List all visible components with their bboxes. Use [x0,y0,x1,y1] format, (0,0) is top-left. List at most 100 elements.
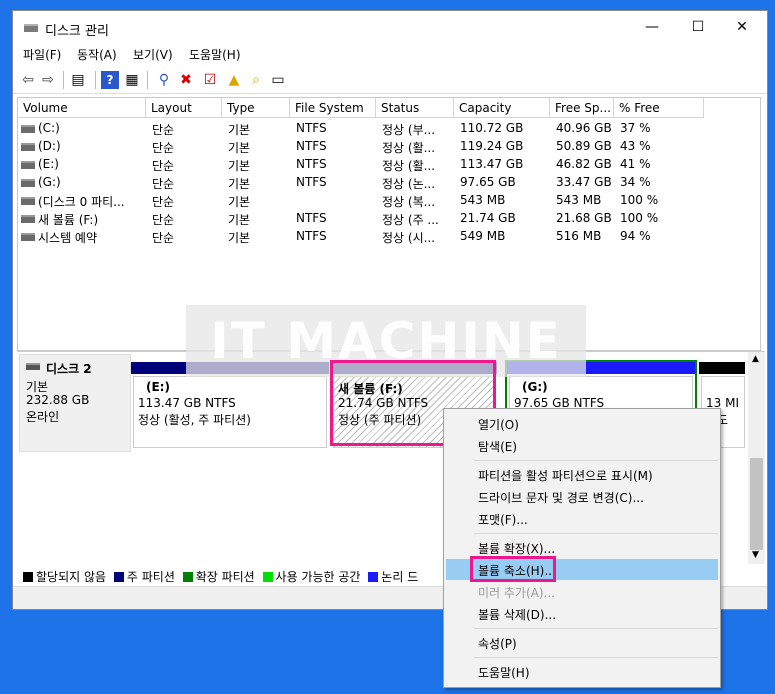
cell-status: 정상 (복... [382,195,436,209]
volume-icon [21,197,35,205]
table-row[interactable]: (E:) 단순 기본 NTFS 정상 (활... 113.47 GB 46.82 GB 41 … [18,156,760,174]
menu-help[interactable]: 도움말(H) [189,46,241,63]
cell-status: 정상 (시... [382,231,436,245]
col-free[interactable]: Free Sp... [550,98,614,118]
cell-free: 543 MB [556,193,602,207]
search-icon[interactable]: ⌕ [247,71,265,89]
volume-icon [21,161,35,169]
table-row[interactable]: (디스크 0 파티... 단순 기본 정상 (복... 543 MB 543 MB 100 … [18,192,760,210]
partition-size: 113.47 GB NTFS [138,396,236,410]
ctx-properties[interactable]: 속성(P) [478,635,517,652]
cell-status: 정상 (논... [382,177,436,191]
volume-icon [21,179,35,187]
delete-icon[interactable]: ✖ [177,71,195,89]
cell-layout: 단순 [152,159,175,173]
shrink-volume-highlight [470,556,556,582]
table-row[interactable]: (C:) 단순 기본 NTFS 정상 (부... 110.72 GB 40.96 GB 37 … [18,120,760,138]
table-row[interactable]: 새 볼륨 (F:) 단순 기본 NTFS 정상 (주 ... 21.74 GB 21.68 … [18,210,760,228]
col-layout[interactable]: Layout [146,98,222,118]
scroll-up-icon[interactable]: ▲ [752,354,759,364]
table-row[interactable]: (G:) 단순 기본 NTFS 정상 (논... 97.65 GB 33.47 GB 34 % [18,174,760,192]
ctx-explore[interactable]: 탐색(E) [478,438,517,455]
cell-layout: 단순 [152,231,175,245]
disk-info[interactable]: 디스크 2 기본 232.88 GB 온라인 [19,354,131,452]
help-icon[interactable]: ? [101,71,119,89]
ctx-mark-active[interactable]: 파티션을 활성 파티션으로 표시(M) [478,467,653,484]
col-volume[interactable]: Volume [18,98,146,118]
legend-swatch-extended [182,572,193,582]
cell-status: 정상 (주 ... [382,213,439,227]
partition-label: (E:) [146,380,170,394]
cell-status: 정상 (활... [382,141,436,155]
cell-pct: 94 % [620,229,651,243]
volume-icon [21,215,35,223]
toolbar: ⇦ ⇨ ▤ ? ▦ ⚲ ✖ ☑ ▲ ⌕ ▭ [13,67,767,94]
ctx-add-mirror[interactable]: 미러 추가(A)... [478,584,555,601]
cell-layout: 단순 [152,195,175,209]
legend-swatch-logical [368,572,379,582]
col-pct-free[interactable]: % Free [614,98,704,118]
table-row[interactable]: (D:) 단순 기본 NTFS 정상 (활... 119.24 GB 50.89 GB 43 … [18,138,760,156]
legend: 할당되지 않음 주 파티션 확장 파티션 사용 가능한 공간 논리 드 [23,568,418,586]
connect-icon[interactable]: ⚲ [155,71,173,89]
col-filesystem[interactable]: File System [290,98,376,118]
cell-capacity: 549 MB [460,229,506,243]
maximize-button[interactable]: ☐ [675,11,721,43]
close-button[interactable]: ✕ [719,11,765,43]
cell-capacity: 110.72 GB [460,121,524,135]
title-bar[interactable]: 디스크 관리 — ☐ ✕ [13,11,767,43]
context-menu: 열기(O) 탐색(E) 파티션을 활성 파티션으로 표시(M) 드라이브 문자 … [443,408,721,688]
ctx-format[interactable]: 포맷(F)... [478,511,528,528]
legend-swatch-unallocated [23,572,33,582]
ctx-open[interactable]: 열기(O) [478,416,519,433]
cell-layout: 단순 [152,177,175,191]
forward-icon[interactable]: ⇨ [39,71,57,89]
back-icon[interactable]: ⇦ [19,71,37,89]
properties-icon[interactable]: ▭ [269,71,287,89]
check-icon[interactable]: ☑ [201,71,219,89]
cell-free: 40.96 GB [556,121,612,135]
cell-type: 기본 [228,123,251,137]
ctx-help[interactable]: 도움말(H) [478,664,530,681]
menu-file[interactable]: 파일(F) [23,46,61,63]
cell-free: 516 MB [556,229,602,243]
scroll-down-icon[interactable]: ▼ [752,550,759,560]
scroll-thumb[interactable] [750,458,763,550]
disk-scrollbar[interactable]: ▲ ▼ [748,352,765,564]
cell-volume: (C:) [38,121,60,135]
col-capacity[interactable]: Capacity [454,98,550,118]
cell-fs: NTFS [296,157,327,171]
cell-pct: 34 % [620,175,651,189]
cell-layout: 단순 [152,123,175,137]
disk-management-icon [24,24,38,32]
col-type[interactable]: Type [222,98,290,118]
window-title: 디스크 관리 [45,24,109,39]
minimize-button[interactable]: — [629,11,675,43]
cell-pct: 100 % [620,193,659,207]
cell-status: 정상 (부... [382,123,436,137]
menu-view[interactable]: 보기(V) [133,46,173,63]
legend-extended: 확장 파티션 [195,570,255,584]
legend-primary: 주 파티션 [126,570,175,584]
cell-free: 46.82 GB [556,157,612,171]
cell-volume: (D:) [38,139,61,153]
cell-fs: NTFS [296,139,327,153]
cell-layout: 단순 [152,141,175,155]
ctx-delete-volume[interactable]: 볼륨 삭제(D)... [478,606,556,623]
up-icon[interactable]: ▲ [225,71,243,89]
cell-free: 50.89 GB [556,139,612,153]
ctx-extend-volume[interactable]: 볼륨 확장(X)... [478,540,555,557]
cell-type: 기본 [228,177,251,191]
col-status[interactable]: Status [376,98,454,118]
cell-capacity: 97.65 GB [460,175,516,189]
cell-fs: NTFS [296,211,327,225]
table-row[interactable]: 시스템 예약 단순 기본 NTFS 정상 (시... 549 MB 516 MB 94 % [18,228,760,246]
console-tree-icon[interactable]: ▤ [69,71,87,89]
list-icon[interactable]: ▦ [123,71,141,89]
volume-icon [21,233,35,241]
cell-layout: 단순 [152,213,175,227]
ctx-change-letter[interactable]: 드라이브 문자 및 경로 변경(C)... [478,489,644,506]
cell-type: 기본 [228,141,251,155]
menu-action[interactable]: 동작(A) [77,46,117,63]
cell-status: 정상 (활... [382,159,436,173]
